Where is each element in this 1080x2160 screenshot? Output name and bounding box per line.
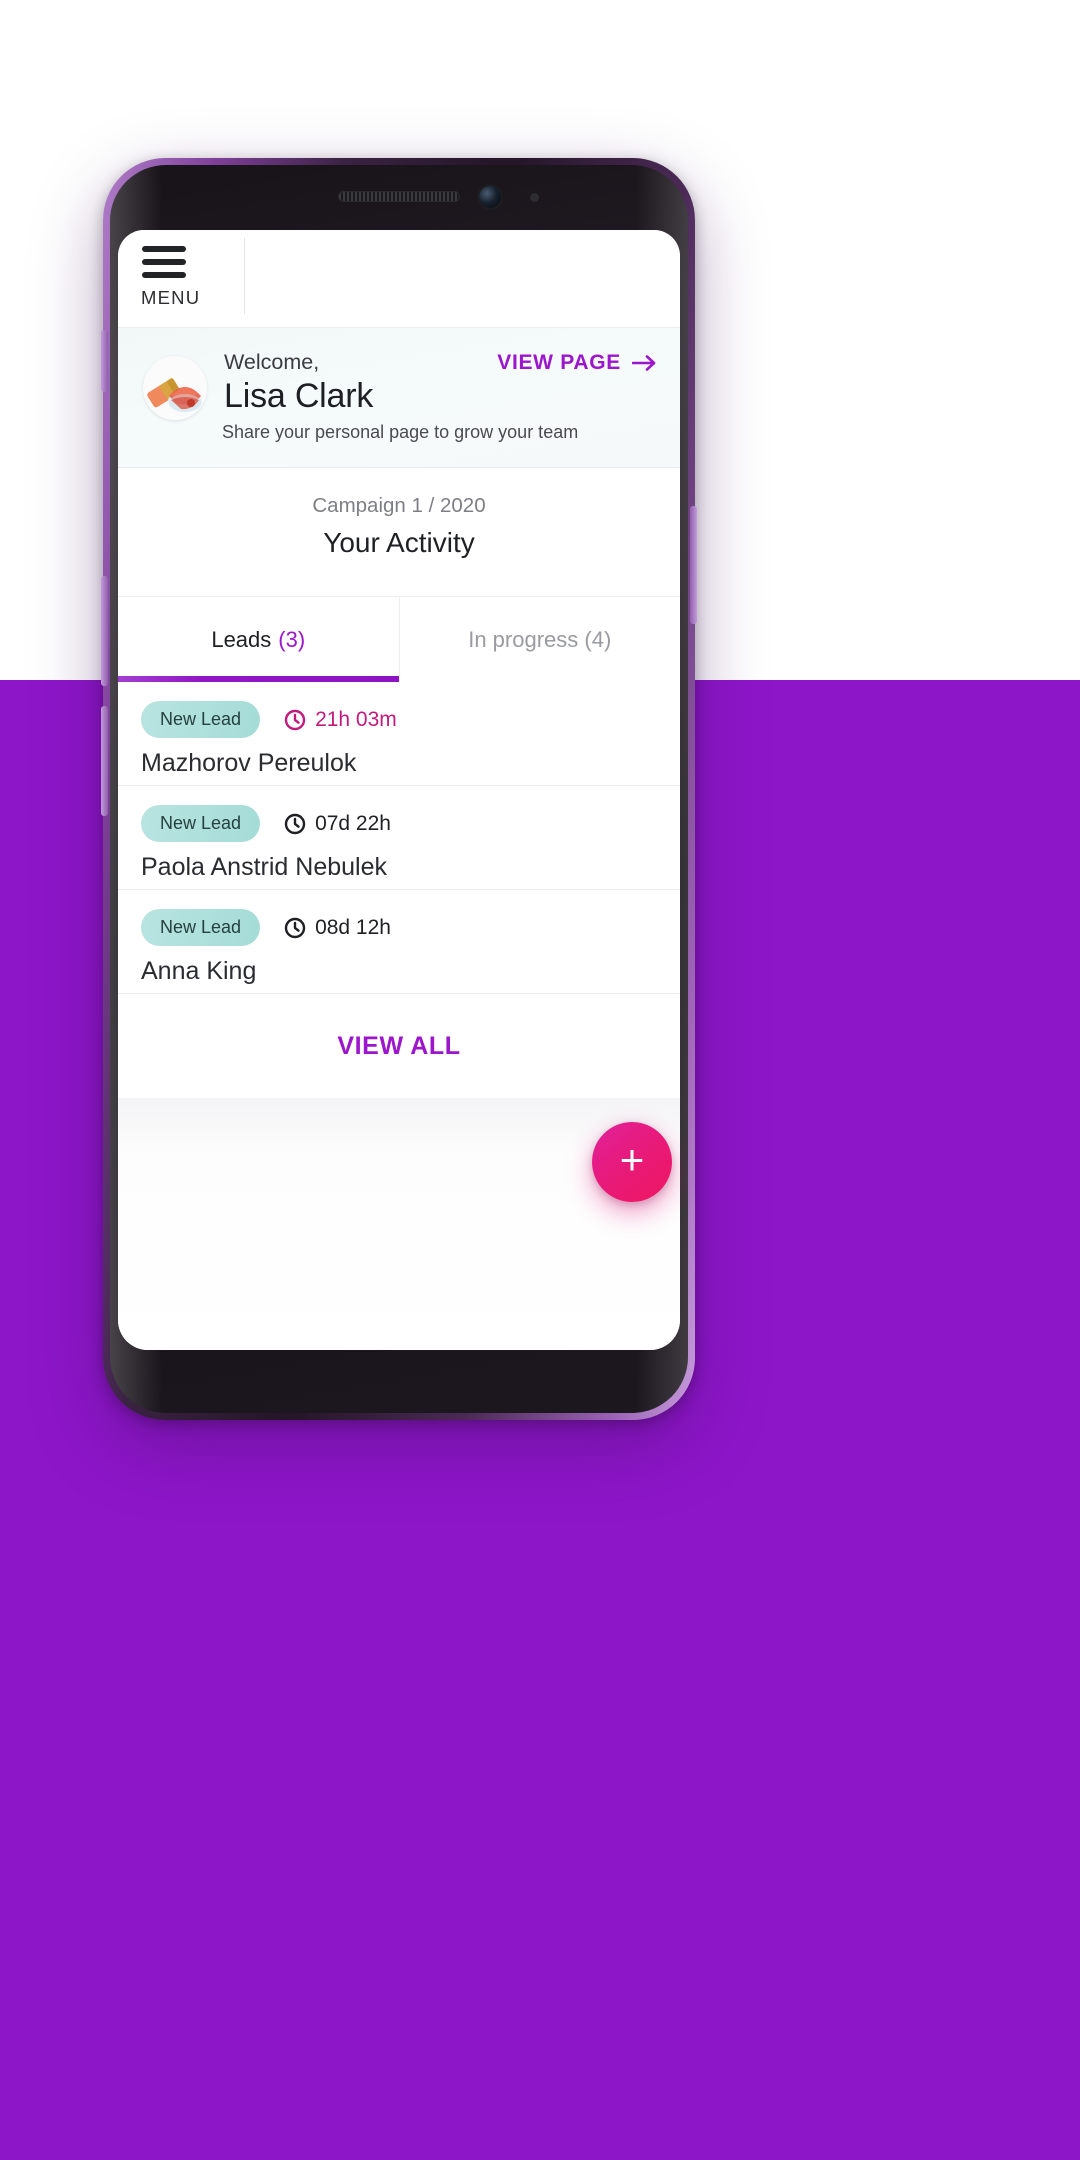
app-header: MENU (118, 230, 680, 328)
avatar[interactable] (143, 356, 207, 420)
tab-leads[interactable]: Leads (3) (118, 597, 399, 682)
table-row[interactable]: New Lead 07d 22h Paola Anstrid Nebulek (118, 786, 680, 890)
add-button[interactable]: + (592, 1122, 672, 1202)
status-badge: New Lead (141, 909, 261, 946)
phone-screen: MENU Welcome, Lisa Clark Share your pers… (118, 230, 680, 1350)
tab-leads-label: Leads (211, 626, 272, 652)
phone-button-power[interactable] (690, 506, 697, 624)
view-all-label: VIEW ALL (337, 1031, 461, 1060)
lead-time: 21h 03m (284, 708, 397, 732)
plus-icon: + (619, 1136, 645, 1183)
phone-button-volume-up[interactable] (101, 576, 108, 686)
clock-icon (284, 709, 306, 730)
tab-leads-count: (3) (278, 626, 306, 652)
lead-time-value: 21h 03m (315, 707, 397, 731)
menu-button[interactable]: MENU (140, 246, 226, 309)
lead-name: Anna King (141, 957, 257, 985)
screen-bottom-area (118, 1098, 680, 1350)
table-row[interactable]: New Lead 08d 12h Anna King (118, 890, 680, 994)
activity-header: Campaign 1 / 2020 Your Activity (118, 468, 680, 596)
menu-label: MENU (141, 287, 201, 308)
tab-in-progress[interactable]: In progress (4) (398, 597, 680, 682)
tab-in-progress-label: In progress (4) (468, 626, 612, 652)
view-page-label: VIEW PAGE (497, 351, 621, 374)
lead-row-top: New Lead 21h 03m (141, 701, 680, 738)
view-page-link[interactable]: VIEW PAGE (497, 351, 658, 375)
lead-name: Paola Anstrid Nebulek (141, 853, 387, 881)
lead-time: 08d 12h (284, 916, 391, 940)
clock-icon (284, 813, 306, 834)
activity-title: Your Activity (323, 527, 475, 558)
profile-band: Welcome, Lisa Clark Share your personal … (118, 328, 680, 468)
lead-list: New Lead 21h 03m Mazhorov Pereulok New L… (118, 682, 680, 994)
table-row[interactable]: New Lead 21h 03m Mazhorov Pereulok (118, 682, 680, 786)
lead-row-top: New Lead 08d 12h (141, 909, 680, 946)
lead-time-value: 08d 12h (315, 915, 391, 939)
lead-time: 07d 22h (284, 812, 391, 836)
status-badge: New Lead (141, 701, 261, 738)
phone-device: MENU Welcome, Lisa Clark Share your pers… (101, 158, 697, 1420)
lead-time-value: 07d 22h (315, 811, 391, 835)
tabs: Leads (3) In progress (4) (118, 596, 680, 682)
avatar-image (143, 356, 207, 420)
campaign-label: Campaign 1 / 2020 (312, 494, 486, 517)
user-name: Lisa Clark (224, 377, 374, 415)
phone-button-left-top[interactable] (101, 330, 108, 392)
proximity-sensor-icon (530, 193, 539, 202)
profile-subtitle: Share your personal page to grow your te… (222, 422, 579, 442)
hamburger-icon (142, 246, 186, 278)
front-camera-icon (479, 186, 501, 208)
arrow-right-icon (632, 355, 656, 371)
welcome-text: Welcome, (224, 350, 320, 374)
lead-name: Mazhorov Pereulok (141, 749, 357, 777)
clock-icon (284, 917, 306, 938)
lead-row-top: New Lead 07d 22h (141, 805, 680, 842)
phone-button-volume-down[interactable] (101, 706, 108, 816)
status-badge: New Lead (141, 805, 261, 842)
header-divider (244, 238, 245, 314)
earpiece-speaker (338, 191, 460, 202)
view-all-button[interactable]: VIEW ALL (118, 994, 680, 1098)
